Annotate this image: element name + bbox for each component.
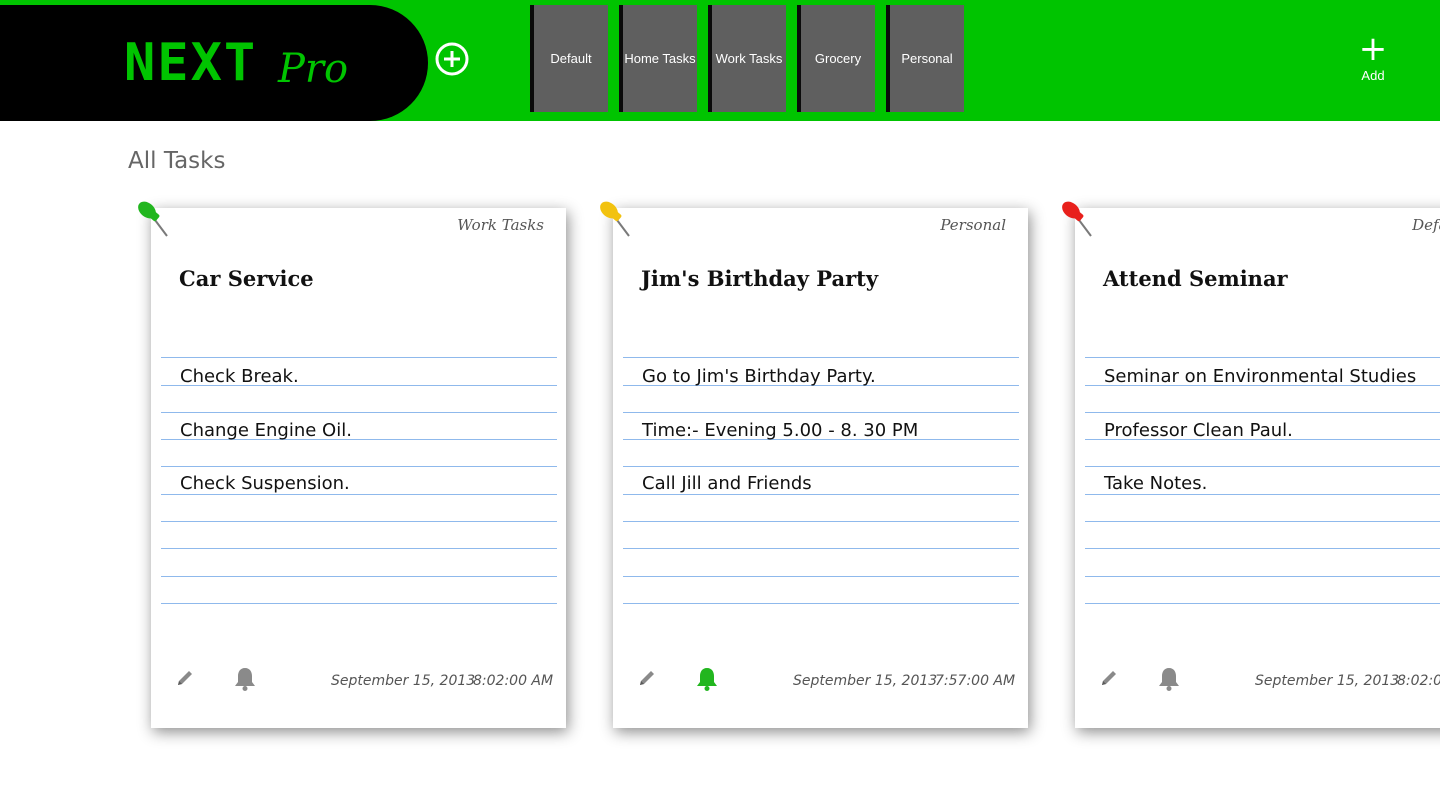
ruled-line — [623, 412, 1019, 413]
category-tab-home-tasks[interactable]: Home Tasks — [619, 5, 697, 112]
pushpin-icon — [138, 201, 168, 237]
ruled-line — [623, 494, 1019, 495]
task-item: Professor Clean Paul. — [1104, 420, 1293, 441]
card-time: 8:02:00 AM — [473, 673, 554, 689]
app-logo: NEXT Pro — [0, 5, 428, 121]
page-title: All Tasks — [128, 148, 226, 174]
add-button[interactable]: + Add — [1345, 30, 1401, 100]
ruled-line — [1085, 521, 1440, 522]
ruled-line — [1085, 412, 1440, 413]
task-card[interactable]: Work Tasks Car Service Check Break. Chan… — [138, 201, 566, 728]
card-title: Jim's Birthday Party — [641, 266, 879, 291]
ruled-line — [623, 357, 1019, 358]
task-item: Check Suspension. — [180, 473, 350, 494]
card-date: September 15, 2013 — [793, 673, 938, 689]
category-tab-default[interactable]: Default — [530, 5, 608, 112]
bell-icon[interactable] — [233, 666, 257, 692]
ruled-line — [623, 521, 1019, 522]
ruled-line — [161, 576, 557, 577]
ruled-line — [623, 603, 1019, 604]
card-time: 7:57:00 AM — [935, 673, 1016, 689]
task-item: Time:- Evening 5.00 - 8. 30 PM — [642, 420, 919, 441]
ruled-line — [161, 521, 557, 522]
card-category: Default — [1412, 216, 1440, 234]
pushpin-icon — [1062, 201, 1092, 237]
plus-icon: + — [1358, 29, 1388, 69]
ruled-line — [1085, 548, 1440, 549]
ruled-line — [161, 603, 557, 604]
task-item: Change Engine Oil. — [180, 420, 352, 441]
ruled-line — [623, 548, 1019, 549]
top-app-bar: NEXT Pro Default Home Tasks Work Tasks G… — [0, 0, 1440, 121]
task-item: Call Jill and Friends — [642, 473, 812, 494]
ruled-line — [161, 494, 557, 495]
card-category: Personal — [940, 216, 1006, 234]
pencil-icon[interactable] — [175, 668, 195, 688]
pencil-icon[interactable] — [637, 668, 657, 688]
ruled-line — [161, 357, 557, 358]
card-time: 8:02:00 AM — [1397, 673, 1440, 689]
pencil-icon[interactable] — [1099, 668, 1119, 688]
card-date: September 15, 2013 — [331, 673, 476, 689]
bell-icon[interactable] — [695, 666, 719, 692]
task-card[interactable]: Personal Jim's Birthday Party Go to Jim'… — [600, 201, 1028, 728]
category-tab-grocery[interactable]: Grocery — [797, 5, 875, 112]
logo-pro-text: Pro — [278, 46, 349, 92]
task-card[interactable]: Default Attend Seminar Seminar on Enviro… — [1062, 201, 1440, 728]
category-tab-personal[interactable]: Personal — [886, 5, 964, 112]
ruled-line — [161, 548, 557, 549]
ruled-line — [623, 576, 1019, 577]
card-title: Attend Seminar — [1103, 266, 1288, 291]
ruled-line — [1085, 494, 1440, 495]
ruled-line — [623, 466, 1019, 467]
plus-circle-icon[interactable] — [435, 42, 469, 76]
ruled-line — [1085, 576, 1440, 577]
add-button-label: Add — [1361, 68, 1385, 83]
task-item: Check Break. — [180, 366, 299, 387]
ruled-line — [161, 466, 557, 467]
bell-icon[interactable] — [1157, 666, 1181, 692]
ruled-line — [161, 412, 557, 413]
task-item: Go to Jim's Birthday Party. — [642, 366, 876, 387]
task-item: Take Notes. — [1104, 473, 1208, 494]
card-title: Car Service — [179, 266, 314, 291]
card-date: September 15, 2013 — [1255, 673, 1400, 689]
card-category: Work Tasks — [457, 216, 544, 234]
ruled-line — [1085, 603, 1440, 604]
category-tab-work-tasks[interactable]: Work Tasks — [708, 5, 786, 112]
ruled-line — [1085, 357, 1440, 358]
pushpin-icon — [600, 201, 630, 237]
logo-next-text: NEXT — [124, 33, 258, 93]
task-item: Seminar on Environmental Studies — [1104, 366, 1417, 387]
ruled-line — [1085, 466, 1440, 467]
